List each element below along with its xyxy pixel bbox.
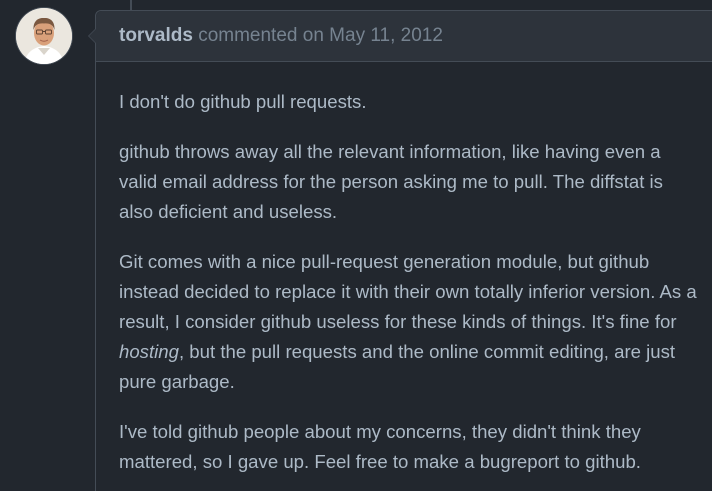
comment-paragraph: I don't do github pull requests. [119, 91, 367, 112]
comment-thread: torvalds commented on May 11, 2012 I don… [0, 0, 712, 491]
emphasized-text: hosting [119, 341, 179, 362]
comment-paragraph: I've told github people about my concern… [119, 421, 641, 472]
comment-body: I don't do github pull requests. github … [119, 87, 699, 491]
comment-paragraph: github throws away all the relevant info… [119, 141, 663, 222]
comment-box: torvalds commented on May 11, 2012 I don… [88, 10, 712, 491]
comment-action: commented on [198, 25, 324, 46]
comment-paragraph: Git comes with a nice pull-request gener… [119, 247, 699, 397]
comment-header-text: torvalds commented on May 11, 2012 [119, 25, 443, 47]
author-avatar[interactable] [16, 8, 72, 64]
comment-header: torvalds commented on May 11, 2012 [96, 11, 712, 62]
paragraph-text: Git comes with a nice pull-request gener… [119, 251, 697, 332]
author-link[interactable]: torvalds [119, 25, 193, 46]
timeline-connector [130, 0, 132, 10]
comment-timestamp[interactable]: May 11, 2012 [329, 25, 443, 46]
paragraph-text: , but the pull requests and the online c… [119, 341, 676, 392]
user-avatar-icon [16, 8, 72, 64]
